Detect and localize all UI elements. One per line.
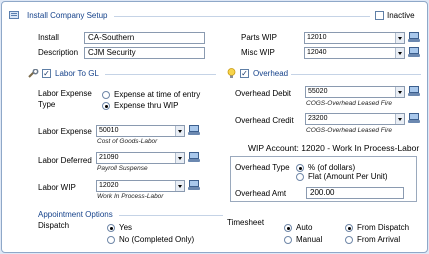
overhead-credit-desc: COGS-Overhead Leased Fire [306,127,392,134]
description-field[interactable]: CJM Security [84,47,205,59]
labor-deferred-label: Labor Deferred [38,156,92,165]
expense-at-entry-label: Expense at time of entry [114,90,201,99]
timesheet-from-dispatch-label: From Dispatch [357,223,410,232]
expense-at-entry-radio[interactable] [102,91,110,99]
overhead-amt-label: Overhead Amt [235,189,287,198]
appointment-options-title: Appointment Options [38,210,113,219]
lookup-monitor-icon[interactable] [408,86,420,97]
overhead-type-label: Overhead Type [235,163,290,172]
panel-title: Install Company Setup [27,11,108,20]
expense-thru-wip-radio[interactable] [102,102,110,110]
overhead-credit-select[interactable]: 23200 [305,113,405,125]
overhead-percent-radio[interactable] [296,164,304,172]
labor-wip-desc: Work In Process-Labor [97,193,164,200]
labor-expense-select[interactable]: 50010 [96,125,185,137]
overhead-debit-label: Overhead Debit [235,89,292,98]
description-label: Description [38,48,79,57]
overhead-amt-field[interactable]: 200.00 [306,187,404,199]
chevron-down-icon[interactable] [175,126,184,136]
dispatch-no-radio[interactable] [107,236,115,244]
labor-expense-type-label: Labor Expense Type [38,89,92,109]
overhead-debit-value: 55020 [308,88,328,95]
panel-icon [9,11,19,19]
timesheet-manual-radio[interactable] [284,236,292,244]
labor-deferred-value: 21090 [99,154,119,161]
timesheet-from-dispatch-radio[interactable] [345,224,353,232]
lookup-monitor-icon[interactable] [408,47,420,58]
labor-to-gl-checkbox[interactable]: ✓ [42,69,51,78]
wrench-icon [28,69,39,78]
appointment-divider [119,215,223,216]
overhead-credit-value: 23200 [308,115,328,122]
parts-wip-select[interactable]: 12010 [304,32,405,44]
dispatch-yes-label: Yes [119,223,133,232]
dispatch-label: Dispatch [38,221,70,230]
labor-expense-value: 50010 [99,127,119,134]
parts-wip-value: 12010 [307,34,327,41]
lookup-monitor-icon[interactable] [408,32,420,43]
overhead-divider [291,74,421,75]
labor-to-gl-title: Labor To GL [55,69,99,78]
labor-expense-label: Labor Expense [38,127,92,136]
chevron-down-icon[interactable] [175,181,184,191]
overhead-flat-label: Flat (Amount Per Unit) [308,172,388,181]
lookup-monitor-icon[interactable] [188,152,200,163]
lookup-monitor-icon[interactable] [188,180,200,191]
chevron-down-icon[interactable] [395,114,404,124]
chevron-down-icon[interactable] [175,153,184,163]
chevron-down-icon[interactable] [395,48,404,58]
labor-expense-desc: Cost of Goods-Labor [97,138,158,145]
labor-wip-value: 12020 [99,182,119,189]
overhead-percent-label: % (of dollars) [308,163,356,172]
labor-deferred-desc: Payroll Suspense [97,165,148,172]
chevron-down-icon[interactable] [395,33,404,43]
overhead-flat-radio[interactable] [296,173,304,181]
labor-wip-select[interactable]: 12020 [96,180,185,192]
chevron-down-icon[interactable] [395,87,404,97]
header-divider [114,16,370,17]
overhead-checkbox[interactable]: ✓ [240,69,249,78]
timesheet-from-arrival-label: From Arrival [357,235,401,244]
overhead-credit-label: Overhead Credit [235,116,294,125]
overhead-debit-desc: COGS-Overhead Leased Fire [306,100,392,107]
parts-wip-label: Parts WIP [241,33,278,42]
install-label: Install [38,33,59,42]
lightbulb-icon [227,68,236,78]
dispatch-no-label: No (Completed Only) [119,235,195,244]
labor-deferred-select[interactable]: 21090 [96,152,185,164]
install-company-panel: Install Company Setup Inactive Install C… [1,1,428,253]
lookup-monitor-icon[interactable] [188,125,200,136]
inactive-label: Inactive [387,11,415,20]
expense-thru-wip-label: Expense thru WIP [114,101,179,110]
overhead-title: Overhead [253,69,289,78]
timesheet-auto-radio[interactable] [284,224,292,232]
dispatch-yes-radio[interactable] [107,224,115,232]
timesheet-from-arrival-radio[interactable] [345,236,353,244]
timesheet-manual-label: Manual [296,235,323,244]
misc-wip-value: 12040 [307,49,327,56]
timesheet-auto-label: Auto [296,223,313,232]
misc-wip-label: Misc WIP [241,48,275,57]
misc-wip-select[interactable]: 12040 [304,47,405,59]
inactive-checkbox[interactable] [375,11,384,20]
install-field[interactable]: CA-Southern [84,32,205,44]
timesheet-label: Timesheet [227,218,265,227]
labor-divider [105,74,216,75]
wip-account-text: WIP Account: 12020 - Work In Process-Lab… [248,143,420,153]
labor-wip-label: Labor WIP [38,183,76,192]
overhead-debit-select[interactable]: 55020 [305,86,405,98]
lookup-monitor-icon[interactable] [408,113,420,124]
